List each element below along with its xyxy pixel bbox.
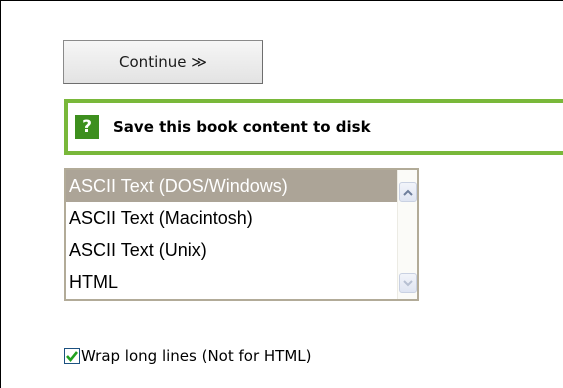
listbox-scrollbar[interactable] bbox=[397, 170, 417, 299]
wrap-lines-label: Wrap long lines (Not for HTML) bbox=[81, 347, 312, 365]
wrap-lines-option[interactable]: Wrap long lines (Not for HTML) bbox=[64, 345, 312, 367]
page-panel: Continue ≫ ? Save this book content to d… bbox=[0, 0, 563, 388]
format-listbox[interactable]: ASCII Text (DOS/Windows) ASCII Text (Mac… bbox=[64, 168, 419, 301]
continue-button[interactable]: Continue ≫ bbox=[63, 40, 263, 84]
scroll-down-button[interactable] bbox=[399, 273, 417, 293]
chevron-up-icon bbox=[403, 189, 413, 196]
format-option-dos-windows[interactable]: ASCII Text (DOS/Windows) bbox=[66, 170, 398, 202]
format-option-macintosh[interactable]: ASCII Text (Macintosh) bbox=[66, 202, 398, 234]
help-icon[interactable]: ? bbox=[75, 115, 99, 139]
checkmark-icon bbox=[66, 350, 78, 362]
chevron-down-icon bbox=[403, 279, 413, 286]
format-option-html[interactable]: HTML bbox=[66, 266, 398, 298]
format-option-unix[interactable]: ASCII Text (Unix) bbox=[66, 234, 398, 266]
scroll-up-button[interactable] bbox=[399, 182, 417, 202]
wrap-lines-checkbox[interactable] bbox=[64, 348, 80, 364]
format-options: ASCII Text (DOS/Windows) ASCII Text (Mac… bbox=[66, 170, 398, 299]
save-to-disk-bar[interactable]: ? Save this book content to disk bbox=[64, 99, 563, 155]
save-to-disk-label: Save this book content to disk bbox=[113, 118, 371, 136]
